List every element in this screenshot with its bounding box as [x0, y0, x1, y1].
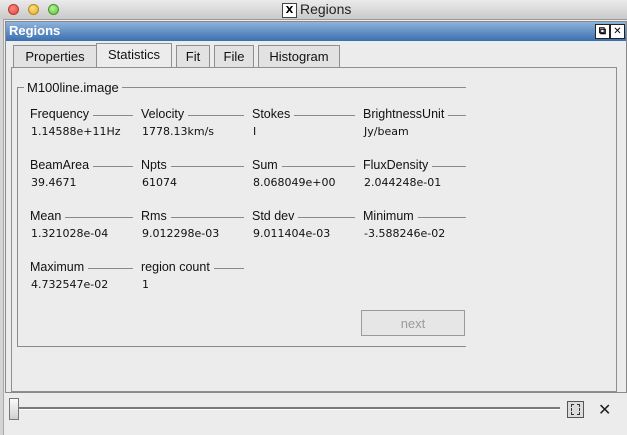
window-zoom-button[interactable] [48, 4, 59, 15]
stat-value: 9.012298e-03 [142, 227, 220, 240]
dock-title: Regions [9, 23, 61, 38]
window-title: Regions [300, 1, 352, 17]
stat-value: 39.4671 [31, 176, 77, 189]
tab-fit[interactable]: Fit [176, 45, 210, 67]
stat-value: 4.732547e-02 [31, 278, 109, 291]
stat-label: Frequency [30, 107, 94, 121]
tab-file[interactable]: File [214, 45, 254, 67]
stat-minimum: Minimum -3.588246e-02 [363, 209, 466, 243]
region-slider-track[interactable] [12, 407, 560, 410]
x11-app-icon: X [282, 3, 297, 18]
stat-label: Minimum [363, 209, 418, 223]
window-titlebar: X Regions [0, 0, 627, 20]
stat-frequency: Frequency 1.14588e+11Hz [30, 107, 133, 141]
stat-maximum: Maximum 4.732547e-02 [30, 260, 133, 294]
stat-region-count: region count 1 [141, 260, 244, 294]
stat-label: FluxDensity [363, 158, 433, 172]
stat-value: -3.588246e-02 [364, 227, 446, 240]
stat-mean: Mean 1.321028e-04 [30, 209, 133, 243]
tab-histogram[interactable]: Histogram [258, 45, 340, 67]
stat-value: 8.068049e+00 [253, 176, 336, 189]
stat-sum: Sum 8.068049e+00 [252, 158, 355, 192]
dock-float-icon[interactable]: ⧉ [595, 24, 610, 39]
close-icon[interactable]: ✕ [598, 400, 611, 419]
stat-value: 1 [142, 278, 149, 291]
image-group-title: M100line.image [24, 80, 122, 95]
next-button[interactable]: next [361, 310, 465, 336]
stat-stokes: Stokes I [252, 107, 355, 141]
stat-label: BeamArea [30, 158, 94, 172]
stat-label: Velocity [141, 107, 189, 121]
stat-value: 2.044248e-01 [364, 176, 442, 189]
tab-properties[interactable]: Properties [13, 45, 97, 67]
stat-label: Stokes [252, 107, 295, 121]
stat-std-dev: Std dev 9.011404e-03 [252, 209, 355, 243]
stat-label: Std dev [252, 209, 299, 223]
window-close-button[interactable] [8, 4, 19, 15]
stat-value: 9.011404e-03 [253, 227, 331, 240]
stat-brightness-unit: BrightnessUnit Jy/beam [363, 107, 466, 141]
stat-rms: Rms 9.012298e-03 [141, 209, 244, 243]
stat-npts: Npts 61074 [141, 158, 244, 192]
stat-value: 61074 [142, 176, 177, 189]
stat-label: Npts [141, 158, 171, 172]
region-slider-handle[interactable] [9, 398, 19, 420]
stat-value: 1778.13km/s [142, 125, 215, 138]
stat-flux-density: FluxDensity 2.044248e-01 [363, 158, 466, 192]
left-window-edge [0, 19, 4, 435]
stat-label: Maximum [30, 260, 89, 274]
stat-value: I [253, 125, 257, 138]
stat-label: Sum [252, 158, 282, 172]
dock-header: Regions ⧉ ✕ [6, 22, 626, 41]
stat-beam-area: BeamArea 39.4671 [30, 158, 133, 192]
stat-label: Mean [30, 209, 66, 223]
stat-value: 1.321028e-04 [31, 227, 109, 240]
stat-label: region count [141, 260, 214, 274]
stat-velocity: Velocity 1778.13km/s [141, 107, 244, 141]
stat-value: 1.14588e+11Hz [31, 125, 121, 138]
tab-statistics[interactable]: Statistics [96, 43, 172, 68]
stat-label: Rms [141, 209, 171, 223]
save-icon[interactable] [567, 401, 584, 418]
window-minimize-button[interactable] [28, 4, 39, 15]
dock-close-icon[interactable]: ✕ [610, 24, 625, 39]
stat-label: BrightnessUnit [363, 107, 449, 121]
stat-value: Jy/beam [364, 125, 409, 138]
